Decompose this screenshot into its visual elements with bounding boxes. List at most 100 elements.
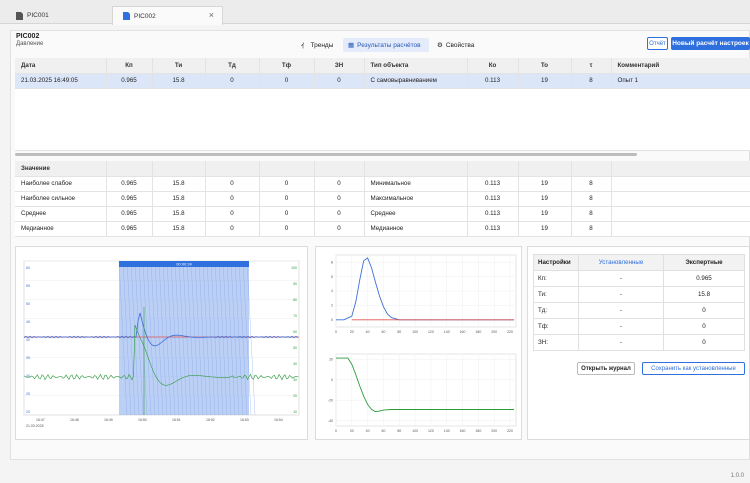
page-title: PIC002	[16, 33, 40, 40]
column-header	[152, 161, 206, 177]
trend-chart[interactable]: 00:00:24 60 55 50 45 40 35 30 25 20 100 90 80 70 60 50 4…	[16, 247, 309, 441]
x-axis-tick: 100	[412, 429, 418, 433]
settings-label: Кп:	[533, 270, 579, 287]
document-icon	[16, 11, 23, 20]
table-cell: Максимальное	[364, 191, 468, 207]
table-cell: 19	[518, 221, 572, 237]
view-properties-button[interactable]: ⚙ Свойства	[432, 38, 486, 52]
tab-pic002[interactable]: PIC002 ×	[112, 6, 223, 25]
settings-installed-value: -	[578, 302, 664, 319]
column-header[interactable]: Тд	[205, 58, 260, 74]
x-axis-tick: 40	[366, 330, 370, 334]
table-cell: 0	[259, 176, 315, 192]
table-cell: 0	[259, 221, 315, 237]
view-results-label: Результаты расчётов	[357, 41, 421, 49]
selection-region	[119, 261, 249, 415]
table-cell	[611, 221, 750, 237]
settings-row: Тд: -0	[533, 302, 745, 319]
x-axis-tick: 16:49	[104, 418, 113, 422]
open-log-button[interactable]: Открыть журнал	[577, 362, 635, 375]
table-row[interactable]: Медианное 0.965 15.8 0 0 0 Медианное 0.113 19 8	[15, 221, 750, 237]
table-cell: 19	[518, 73, 572, 89]
column-header[interactable]: То	[518, 58, 572, 74]
table-cell: Минимальное	[364, 176, 468, 192]
column-header	[205, 161, 260, 177]
table-cell: 0	[205, 191, 260, 207]
x-axis-tick: 160	[460, 330, 466, 334]
table-cell: 8	[571, 191, 612, 207]
column-header[interactable]: Комментарий	[611, 58, 750, 74]
x-axis-tick: 16:51	[172, 418, 181, 422]
table-cell: 0	[314, 176, 365, 192]
table-cell: 0	[205, 206, 260, 222]
column-header[interactable]: Дата	[15, 58, 107, 74]
report-button[interactable]: Отчёт	[647, 37, 668, 50]
settings-label: Тд:	[533, 302, 579, 319]
table-cell: 0	[205, 221, 260, 237]
table-cell: 19	[518, 176, 572, 192]
left-axis-tick: 40	[26, 338, 30, 342]
column-header[interactable]: ЗН	[314, 58, 365, 74]
y-axis-tick: 0	[331, 378, 333, 382]
table-cell: 0.965	[106, 206, 153, 222]
column-header[interactable]: Значение	[15, 161, 107, 177]
view-trends-button[interactable]: ⺅ Тренды	[296, 38, 342, 52]
table-cell: Среднее	[364, 206, 468, 222]
save-as-installed-button[interactable]: Сохранить как установленные	[642, 362, 745, 375]
column-header[interactable]: Тип объекта	[364, 58, 468, 74]
results-table-empty-area	[15, 89, 750, 151]
left-axis-tick: 35	[26, 356, 30, 360]
table-row[interactable]: Среднее 0.965 15.8 0 0 0 Среднее 0.113 19 8	[15, 206, 750, 222]
right-axis-tick: 20	[293, 394, 297, 398]
column-header[interactable]: Кп	[106, 58, 153, 74]
table-row[interactable]: 21.03.2025 16:49:05 0.965 15.8 0 0 0 С с…	[15, 73, 750, 89]
table-cell: 19	[518, 206, 572, 222]
y-axis-tick: 20	[329, 357, 333, 361]
table-cell: 0	[259, 191, 315, 207]
table-cell: С самовыравниванием	[364, 73, 468, 89]
date-label: 21.03.2025	[26, 424, 44, 428]
settings-row: Тф: -0	[533, 318, 745, 335]
x-axis-tick: 160	[460, 429, 466, 433]
table-cell: Наиболее сильное	[15, 191, 107, 207]
process-response-chart: 0 20 40 60 80 100 120 140 160 180 200 22086420	[331, 254, 517, 334]
table-cell: 21.03.2025 16:49:05	[15, 73, 107, 89]
settings-column-header: Экспертные	[663, 254, 745, 271]
table-cell: 0	[259, 73, 315, 89]
column-header[interactable]: Тф	[259, 58, 315, 74]
x-axis-tick: 220	[507, 330, 513, 334]
column-header[interactable]: Ти	[152, 58, 206, 74]
response-chart-panel: 0 20 40 60 80 100 120 140 160 180 200 220 8 6 4 2 0 0 20 4…	[315, 246, 522, 440]
settings-expert-value: 0	[663, 334, 745, 351]
x-axis-tick: 100	[412, 330, 418, 334]
right-axis-tick: 80	[293, 298, 297, 302]
column-header[interactable]: τ	[571, 58, 612, 74]
close-icon[interactable]: ×	[209, 10, 214, 20]
settings-column-header-installed: Установленные	[578, 254, 664, 271]
tab-label: PIC002	[134, 12, 156, 20]
column-header[interactable]: Ко	[467, 58, 519, 74]
table-row[interactable]: Наиболее слабое 0.965 15.8 0 0 0 Минимальное 0.…	[15, 176, 750, 192]
right-axis-tick: 10	[293, 410, 297, 414]
table-cell: 15.8	[152, 206, 206, 222]
settings-expert-value: 0	[663, 302, 745, 319]
x-axis-tick: 40	[366, 429, 370, 433]
view-results-button[interactable]: ▦ Результаты расчётов	[343, 38, 429, 52]
left-axis-tick: 60	[26, 266, 30, 270]
left-axis-tick: 25	[26, 392, 30, 396]
table-cell: 0.965	[106, 73, 153, 89]
x-axis-tick: 200	[491, 330, 497, 334]
x-axis-tick: 60	[382, 330, 386, 334]
new-calculation-button[interactable]: Новый расчёт настроек	[671, 37, 750, 50]
x-axis-tick: 16:50	[138, 418, 147, 422]
x-axis-tick: 140	[444, 429, 450, 433]
values-table: Значение Наиболее слабое 0.965 15.8 0 0 0 Мини…	[15, 161, 750, 237]
tab-pic001[interactable]: PIC001	[6, 7, 111, 24]
table-cell: 0	[314, 221, 365, 237]
horizontal-scrollbar[interactable]	[15, 153, 637, 156]
x-axis-tick: 0	[335, 330, 337, 334]
table-row[interactable]: Наиболее сильное 0.965 15.8 0 0 0 Максимальное…	[15, 191, 750, 207]
table-cell: Наиболее слабое	[15, 176, 107, 192]
view-trends-label: Тренды	[310, 41, 334, 49]
plot-area	[335, 353, 517, 427]
